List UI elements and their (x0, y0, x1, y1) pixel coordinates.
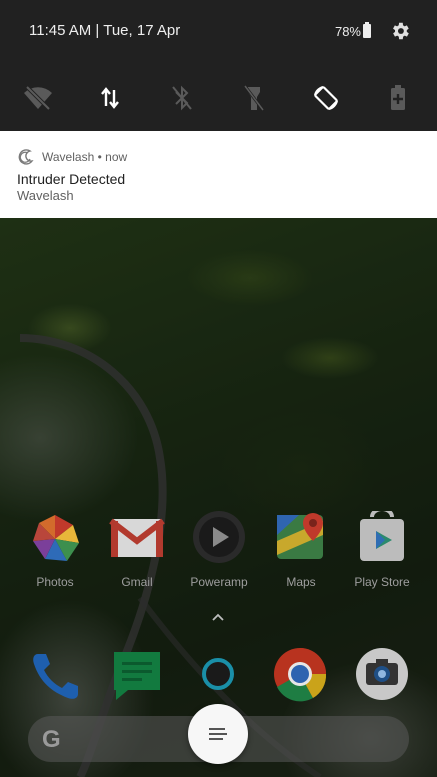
notification-app-name: Wavelash (42, 150, 95, 164)
menu-lines-icon (209, 728, 227, 740)
play-store-icon (354, 507, 410, 567)
battery-saver-icon (391, 85, 405, 110)
wifi-off-icon (24, 85, 52, 111)
battery-icon (363, 22, 371, 38)
poweramp-icon (191, 511, 247, 567)
flashlight-off-icon (243, 85, 265, 111)
app-label: Photos (36, 575, 74, 589)
gmail-icon (109, 511, 165, 567)
phone-icon[interactable] (28, 648, 84, 704)
mobile-data-arrows-icon (101, 87, 119, 109)
auto-rotate-tile[interactable] (306, 78, 346, 118)
alexa-icon[interactable] (190, 648, 246, 704)
app-label: Poweramp (190, 575, 248, 589)
messages-icon[interactable] (110, 648, 166, 704)
battery-saver-tile[interactable] (378, 78, 418, 118)
google-logo-icon: G (42, 726, 61, 753)
mobile-data-tile[interactable] (90, 78, 130, 118)
assistant-menu-button[interactable] (188, 704, 248, 764)
maps-icon (273, 511, 329, 567)
header-separator: • (97, 150, 106, 164)
auto-rotate-icon (314, 86, 338, 110)
app-poweramp[interactable]: Poweramp (179, 511, 259, 589)
app-gmail[interactable]: Gmail (97, 511, 177, 589)
app-label: Play Store (354, 575, 410, 589)
notification-title: Intruder Detected (17, 171, 126, 187)
status-time-date: 11:45 AM | Tue, 17 Apr (29, 22, 181, 39)
notification-shade-header: 11:45 AM | Tue, 17 Apr 78% (0, 0, 437, 131)
app-label: Gmail (121, 575, 153, 589)
notification-header: Wavelash • now (42, 150, 127, 164)
app-maps[interactable]: Maps (261, 511, 341, 589)
app-play-store[interactable]: Play Store (342, 507, 422, 589)
bluetooth-off-icon (172, 85, 192, 111)
quick-settings-row (0, 78, 437, 118)
notification-text: Wavelash (17, 188, 74, 203)
bluetooth-off-tile[interactable] (162, 78, 202, 118)
chrome-icon[interactable] (272, 646, 328, 702)
wavelash-app-icon (18, 149, 34, 165)
settings-gear-icon[interactable] (389, 20, 411, 42)
wifi-off-tile[interactable] (18, 78, 58, 118)
app-label: Maps (286, 575, 316, 589)
app-drawer-caret-icon[interactable] (210, 609, 226, 625)
battery-percent: 78% (334, 24, 361, 39)
notification-time: now (105, 150, 128, 164)
photos-icon (27, 511, 83, 567)
camera-icon[interactable] (354, 648, 410, 704)
flashlight-off-tile[interactable] (234, 78, 274, 118)
app-photos[interactable]: Photos (15, 511, 95, 589)
